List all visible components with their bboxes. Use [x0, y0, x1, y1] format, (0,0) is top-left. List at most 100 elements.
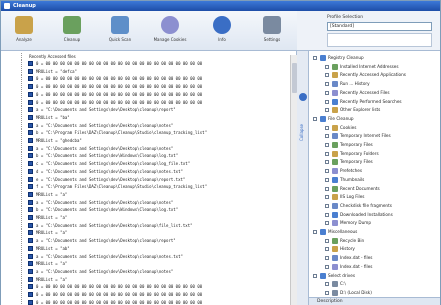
- tree-item[interactable]: D:\ (Local Disk): [309, 289, 440, 297]
- option-checkbox[interactable]: [325, 73, 329, 78]
- tree-item[interactable]: Other Explorer lists: [309, 106, 440, 114]
- result-row[interactable]: 0 = 00 00 00 00 00 00 00 00 00 00 00 00 …: [1, 60, 296, 67]
- result-row[interactable]: e = "C:\Documents and Settings\dev\Deskt…: [1, 175, 296, 183]
- result-row[interactable]: 0 = 00 00 00 00 00 00 00 00 00 00 00 00 …: [1, 98, 296, 106]
- result-row[interactable]: a = "C:\Documents and Settings\dev\Deskt…: [1, 121, 296, 129]
- option-checkbox[interactable]: [325, 212, 329, 217]
- pane-splitter[interactable]: Collapse: [297, 51, 309, 305]
- result-row[interactable]: MRUList = "defca": [1, 67, 296, 75]
- result-row[interactable]: d = "C:\Documents and Settings\dev\Deskt…: [1, 167, 296, 175]
- result-row[interactable]: b = "C:\Documents and Settings\dev\Windo…: [1, 152, 296, 160]
- tree-item[interactable]: C:\: [309, 280, 440, 288]
- option-checkbox[interactable]: [313, 56, 317, 60]
- result-row[interactable]: 0 = 00 00 00 00 00 00 00 00 00 00 00 00 …: [1, 75, 296, 83]
- result-row[interactable]: a = "C:\Documents and Settings\dev\Deskt…: [1, 237, 296, 245]
- cleanup-button[interactable]: Cleanup: [53, 14, 91, 48]
- tree-group[interactable]: Registry Cleanup: [309, 54, 440, 62]
- result-row[interactable]: 0 = 00 00 00 00 00 00 00 00 00 00 00 00 …: [1, 283, 296, 291]
- option-checkbox[interactable]: [325, 203, 329, 208]
- option-checkbox[interactable]: [325, 186, 329, 191]
- result-row[interactable]: b = "C:\Documents and Settings\dev\Windo…: [1, 206, 296, 214]
- result-row[interactable]: MRUList = "a": [1, 214, 296, 221]
- tree-item[interactable]: Temporary Files: [309, 141, 440, 149]
- result-row[interactable]: a = "C:\Documents and Settings\dev\Deskt…: [1, 198, 296, 206]
- results-pane[interactable]: Recently Accessed files 0 = 00 00 00 00 …: [1, 51, 297, 305]
- options-tree[interactable]: Registry Cleanup Installed Internet Addre…: [309, 51, 440, 305]
- info-button[interactable]: Info: [203, 14, 241, 48]
- result-row[interactable]: MRUList = "a": [1, 229, 296, 237]
- results-scrollbar[interactable]: [290, 55, 297, 305]
- option-checkbox[interactable]: [325, 238, 329, 243]
- option-checkbox[interactable]: [325, 290, 329, 295]
- option-checkbox[interactable]: [313, 273, 317, 278]
- option-checkbox[interactable]: [325, 64, 329, 69]
- tree-item[interactable]: Checkdisk file fragments: [309, 202, 440, 210]
- tree-item[interactable]: Recent Documents: [309, 185, 440, 193]
- results-group-header[interactable]: Recently Accessed files: [1, 53, 296, 60]
- option-checkbox[interactable]: [325, 134, 329, 139]
- tree-item[interactable]: Temporary Internet Files: [309, 132, 440, 140]
- settings-button[interactable]: Settings: [253, 14, 291, 48]
- option-checkbox[interactable]: [325, 282, 329, 287]
- result-row[interactable]: MRUList = "a": [1, 275, 296, 283]
- tree-item[interactable]: IIS Log Files: [309, 193, 440, 201]
- result-row[interactable]: 0 = 00 00 00 00 00 00 00 00 00 00 00 00 …: [1, 83, 296, 91]
- result-row[interactable]: 0 = 00 00 00 00 00 00 00 00 00 00 00 00 …: [1, 291, 296, 298]
- result-row[interactable]: 0 = 00 00 00 00 00 00 00 00 00 00 00 00 …: [1, 298, 296, 305]
- tree-item[interactable]: Downloaded Installations: [309, 211, 440, 219]
- result-row[interactable]: a = "C:\Documents and Settings\dev\Deskt…: [1, 144, 296, 152]
- profile-select[interactable]: [Standard]: [327, 22, 432, 31]
- option-checkbox[interactable]: [325, 256, 329, 261]
- tree-item[interactable]: Recently Performed Searches: [309, 98, 440, 106]
- tree-item[interactable]: Temporary Folders: [309, 150, 440, 158]
- tree-item[interactable]: Prefetches: [309, 167, 440, 175]
- option-checkbox[interactable]: [325, 247, 329, 252]
- tree-item[interactable]: Recently Accessed Files: [309, 89, 440, 97]
- option-checkbox[interactable]: [325, 99, 329, 104]
- tree-item[interactable]: Index.dat - files: [309, 254, 440, 262]
- option-checkbox[interactable]: [325, 82, 329, 87]
- tree-item[interactable]: History: [309, 245, 440, 253]
- result-row[interactable]: a = "C:\Documents and Settings\dev\Deskt…: [1, 106, 296, 114]
- result-row[interactable]: MRUList = "a": [1, 260, 296, 268]
- option-checkbox[interactable]: [325, 143, 329, 147]
- tree-group[interactable]: Miscellaneous: [309, 228, 440, 236]
- result-row[interactable]: b = "C:\Program Files\DAZ\Cleanup\Cleanu…: [1, 129, 296, 137]
- analyze-button[interactable]: Analyze: [5, 14, 43, 48]
- tree-group[interactable]: Select drives: [309, 272, 440, 280]
- option-checkbox[interactable]: [325, 90, 329, 95]
- result-row[interactable]: f = "C:\Program Files\DAZ\Cleanup\Cleanu…: [1, 183, 296, 191]
- result-row[interactable]: a = "C:\Documents and Settings\dev\Deskt…: [1, 252, 296, 260]
- option-checkbox[interactable]: [325, 151, 329, 156]
- result-row[interactable]: 0 = 00 00 00 00 00 00 00 00 00 00 00 00 …: [1, 90, 296, 98]
- tree-item[interactable]: Cookies: [309, 124, 440, 132]
- tree-item[interactable]: Installed Internet Addresses: [309, 63, 440, 71]
- option-checkbox[interactable]: [325, 264, 329, 269]
- tree-item[interactable]: Memory Dump: [309, 219, 440, 227]
- option-checkbox[interactable]: [325, 195, 329, 200]
- result-row[interactable]: MRUList = "a": [1, 190, 296, 198]
- result-row[interactable]: MRUList = "ghedcba": [1, 137, 296, 144]
- tree-item[interactable]: Recycle Bin: [309, 237, 440, 245]
- result-row[interactable]: a = "C:\Documents and Settings\dev\Deskt…: [1, 267, 296, 275]
- result-row[interactable]: MRUList = "ab": [1, 244, 296, 252]
- result-row[interactable]: a = "C:\Documents and Settings\dev\Deskt…: [1, 221, 296, 229]
- option-checkbox[interactable]: [325, 125, 329, 130]
- result-row[interactable]: MRUList = "ba": [1, 113, 296, 121]
- tree-item[interactable]: Thumbnails: [309, 176, 440, 184]
- result-row[interactable]: c = "C:\Documents and Settings\dev\Deskt…: [1, 160, 296, 168]
- manage-cookies-button[interactable]: Manage Cookies: [151, 14, 189, 48]
- option-checkbox[interactable]: [325, 169, 329, 174]
- tree-item[interactable]: Recently Accessed Applications: [309, 71, 440, 79]
- collapse-icon[interactable]: [299, 93, 307, 101]
- option-checkbox[interactable]: [325, 177, 329, 182]
- tree-item[interactable]: Index.dat - files: [309, 263, 440, 271]
- tree-item[interactable]: Temporary Files: [309, 158, 440, 166]
- option-checkbox[interactable]: [313, 230, 317, 234]
- tree-group[interactable]: File Cleanup: [309, 115, 440, 123]
- option-checkbox[interactable]: [325, 160, 329, 165]
- option-checkbox[interactable]: [313, 116, 317, 121]
- tree-item[interactable]: Run ... History: [309, 80, 440, 88]
- quick-scan-button[interactable]: Quick Scan: [101, 14, 139, 48]
- option-checkbox[interactable]: [325, 108, 329, 113]
